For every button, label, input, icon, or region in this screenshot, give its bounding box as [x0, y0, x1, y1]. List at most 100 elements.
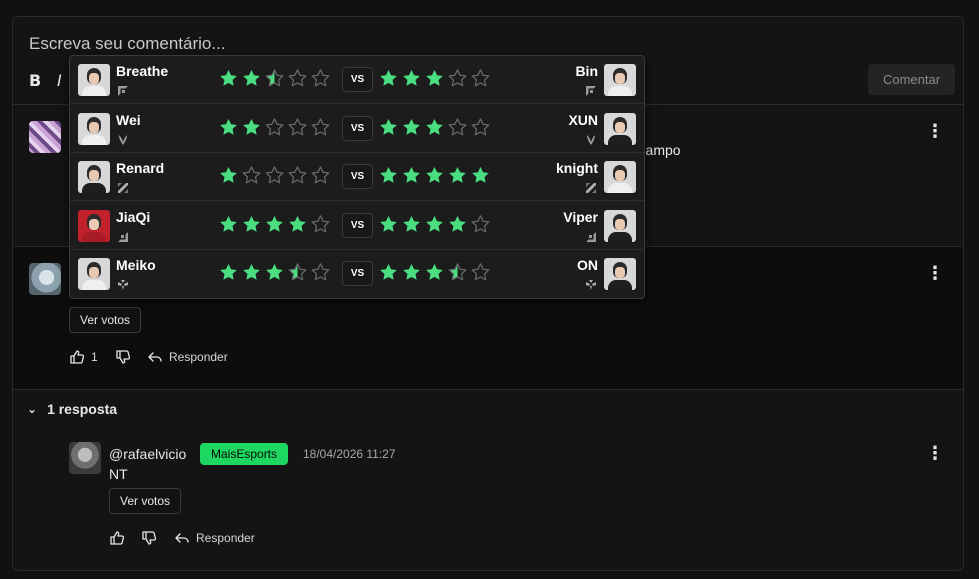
star-rating [218, 214, 331, 235]
vs-label: VS [342, 67, 373, 92]
star-filled-icon [426, 118, 443, 135]
votes-popup: Breathe VS Bin Wei VS XUN Renard VS knight JiaQi V… [69, 55, 645, 299]
jungle-role-icon [587, 134, 595, 145]
matchup-row: JiaQi VS Viper [70, 202, 644, 250]
star-filled-icon [243, 264, 260, 281]
star-filled-icon [243, 69, 260, 86]
avatar[interactable] [29, 263, 61, 295]
star-filled-icon [220, 69, 237, 86]
mid-role-icon [118, 183, 128, 194]
mid-role-icon [586, 183, 596, 194]
star-empty-icon [471, 263, 490, 281]
star-empty-icon [265, 166, 284, 184]
right-role [585, 278, 597, 291]
star-rating [378, 68, 491, 89]
like-button[interactable]: 1 [69, 349, 98, 365]
star-filled-icon [426, 215, 443, 232]
star-rating [378, 165, 491, 186]
star-filled-icon [449, 215, 466, 232]
avatar[interactable] [69, 442, 101, 474]
reply-icon [148, 352, 162, 362]
player-avatar [604, 64, 636, 96]
star-empty-icon [311, 166, 330, 184]
bot-role-icon [586, 231, 596, 242]
star-empty-icon [471, 215, 490, 233]
star-rating [378, 214, 491, 235]
replies-count-label: 1 resposta [47, 401, 118, 417]
right-role [585, 84, 597, 96]
player-avatar [78, 209, 110, 242]
left-player-name: Meiko [116, 257, 156, 274]
left-role [117, 181, 129, 194]
reply-button[interactable]: Responder [174, 530, 255, 546]
star-empty-icon [471, 117, 490, 135]
vs-label: VS [342, 261, 373, 287]
more-options-icon[interactable]: ⋮ [926, 263, 944, 283]
right-role [585, 133, 597, 145]
right-role [585, 230, 597, 242]
star-filled-icon [449, 167, 466, 183]
star-filled-icon [403, 167, 420, 183]
star-half-icon [448, 263, 467, 281]
player-avatar [604, 112, 636, 145]
thumbs-down-icon [116, 350, 131, 364]
submit-comment-button[interactable]: Comentar [868, 64, 955, 95]
reply-icon [175, 533, 189, 543]
dislike-button[interactable] [115, 349, 131, 365]
view-votes-button[interactable]: Ver votos [69, 307, 142, 333]
matchup-row: Breathe VS Bin [70, 56, 644, 104]
star-filled-icon [426, 167, 443, 183]
player-avatar [604, 209, 636, 242]
star-filled-icon [220, 118, 237, 135]
star-filled-icon [243, 215, 260, 232]
matchup-row: Renard VS knight [70, 153, 644, 202]
player-avatar [78, 112, 110, 145]
comment-input[interactable] [29, 33, 529, 55]
like-button[interactable] [109, 530, 125, 546]
player-avatar [78, 161, 110, 194]
player-avatar [78, 64, 110, 96]
player-avatar [604, 161, 636, 194]
star-filled-icon [220, 215, 237, 232]
star-filled-icon [243, 118, 260, 135]
dislike-button[interactable] [141, 530, 157, 546]
replies-toggle[interactable]: ⌄ 1 resposta [27, 401, 117, 417]
star-filled-icon [403, 215, 420, 232]
star-rating [218, 117, 331, 138]
reply-timestamp: 18/04/2026 11:27 [303, 447, 396, 461]
avatar[interactable] [29, 121, 61, 153]
star-filled-icon [380, 69, 397, 86]
bold-button[interactable]: B [29, 71, 41, 90]
thumbs-down-icon [142, 531, 157, 545]
left-role [117, 133, 129, 145]
reply-label: Responder [196, 531, 255, 545]
star-empty-icon [471, 69, 490, 87]
star-filled-icon [220, 264, 237, 281]
right-role [585, 181, 597, 194]
top-role-icon [118, 86, 128, 96]
support-role-icon [118, 280, 128, 291]
vs-label: VS [342, 115, 373, 141]
more-options-icon[interactable]: ⋮ [926, 121, 944, 141]
italic-button[interactable]: I [57, 71, 62, 90]
star-filled-icon [289, 215, 306, 232]
top-role-icon [586, 86, 596, 96]
right-player-name: XUN [568, 111, 598, 128]
player-avatar [78, 258, 110, 291]
star-half-icon [265, 69, 284, 87]
left-player-name: Wei [116, 111, 141, 128]
reply-button[interactable]: Responder [147, 349, 228, 365]
thumbs-up-icon [110, 531, 125, 545]
left-role [117, 230, 129, 242]
vs-label: VS [342, 212, 373, 238]
star-filled-icon [472, 167, 489, 183]
chevron-down-icon: ⌄ [27, 402, 38, 416]
star-empty-icon [265, 117, 284, 135]
matchup-row: Wei VS XUN [70, 105, 644, 153]
like-count: 1 [91, 350, 98, 364]
player-avatar [604, 258, 636, 291]
more-options-icon[interactable]: ⋮ [926, 443, 944, 463]
star-filled-icon [266, 215, 283, 232]
reply-username[interactable]: @rafaelvicio [109, 446, 186, 462]
view-votes-button[interactable]: Ver votos [109, 488, 182, 514]
